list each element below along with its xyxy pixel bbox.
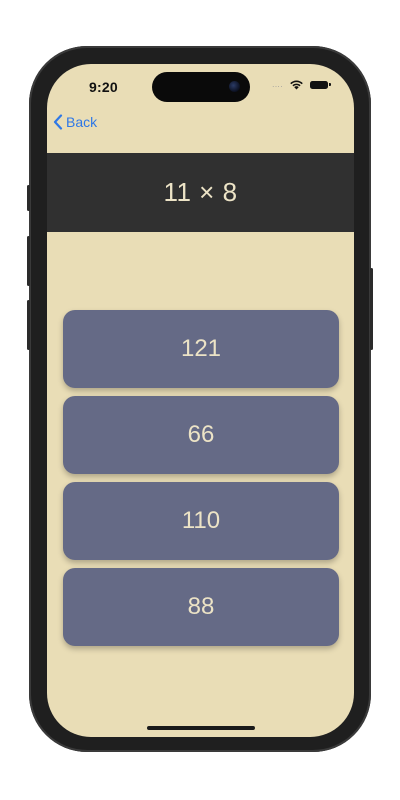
answer-button[interactable]: 121 [63,310,339,388]
signal-indicator: .... [272,80,283,89]
answer-button[interactable]: 110 [63,482,339,560]
answer-button[interactable]: 88 [63,568,339,646]
volume-down-button [27,300,30,350]
camera-icon [229,81,240,92]
app-screen: 9:20 .... Back 11 × 8 121 66 110 88 [47,64,354,737]
battery-icon [310,80,331,89]
back-button[interactable]: Back [53,114,97,130]
dynamic-island [152,72,250,102]
action-button [27,185,30,211]
answer-button[interactable]: 66 [63,396,339,474]
answer-list: 121 66 110 88 [63,310,339,654]
question-text: 11 × 8 [163,177,238,207]
wifi-icon [290,80,303,90]
home-indicator[interactable] [147,726,255,730]
status-icons: .... [272,79,331,90]
status-time: 9:20 [89,79,118,95]
question-header: 11 × 8 [47,153,354,232]
chevron-left-icon [53,114,63,130]
back-label: Back [66,114,98,130]
volume-up-button [27,236,30,286]
power-button [370,268,373,350]
